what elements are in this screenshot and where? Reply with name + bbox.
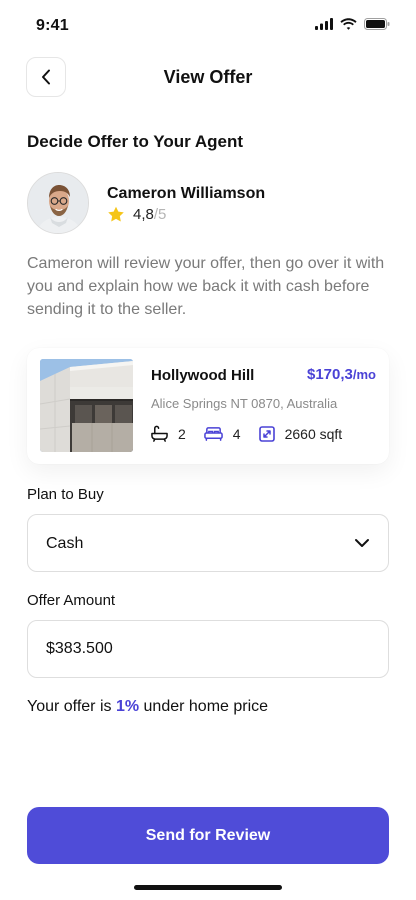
page-title: View Offer [163,67,253,87]
feature-area: 2660 sqft [258,425,343,442]
property-address: Alice Springs NT 0870, Australia [151,396,338,411]
battery-icon [364,18,390,30]
feature-bathrooms: 2 [151,425,186,442]
home-indicator [134,885,282,890]
star-icon [108,206,124,222]
section-title: Decide Offer to Your Agent [27,132,243,151]
amount-label: Offer Amount [27,592,116,609]
property-image [40,359,133,452]
offer-percent: 1% [115,698,140,715]
price-period: /mo [352,367,376,382]
status-time: 9:41 [36,17,69,34]
area-value: 2660 sqft [284,425,343,442]
agent-card: Cameron Williamson 4,8/5 [27,172,387,236]
bathrooms-count: 2 [178,425,186,442]
property-price: $170,3/mo [307,366,376,383]
feature-bedrooms: 4 [203,425,241,442]
status-bar: 9:41 [0,0,416,50]
status-icons [315,18,390,30]
plan-selected-value: Cash [46,535,84,552]
agent-rating: 4,8/5 [107,206,166,223]
offer-note-suffix: under home price [143,698,269,715]
avatar [27,172,89,234]
agent-name: Cameron Williamson [107,185,266,202]
bed-icon [203,426,223,441]
price-amount: $170,3 [306,366,353,383]
area-icon [258,425,275,442]
bathtub-icon [151,425,168,442]
agent-description: Cameron will review your offer, then go … [27,255,385,318]
offer-note: Your offer is 1% under home price [27,698,268,716]
send-for-review-button[interactable]: Send for Review [27,807,389,864]
plan-label: Plan to Buy [27,486,104,503]
header: View Offer [26,57,390,99]
property-name: Hollywood Hill [151,367,255,384]
rating-max: /5 [153,206,167,223]
chevron-down-icon [355,539,369,547]
property-features: 2 4 2660 sqft [151,425,360,442]
plan-select[interactable]: Cash [27,514,389,572]
wifi-icon [340,18,357,30]
property-photo [40,359,133,452]
agent-photo [28,173,88,233]
property-card[interactable]: Hollywood Hill $170,3/mo Alice Springs N… [27,348,389,464]
cellular-signal-icon [315,18,333,30]
bedrooms-count: 4 [232,425,241,442]
offer-amount-input[interactable] [27,620,389,678]
offer-note-prefix: Your offer is [27,698,112,715]
rating-value: 4,8 [133,206,154,223]
